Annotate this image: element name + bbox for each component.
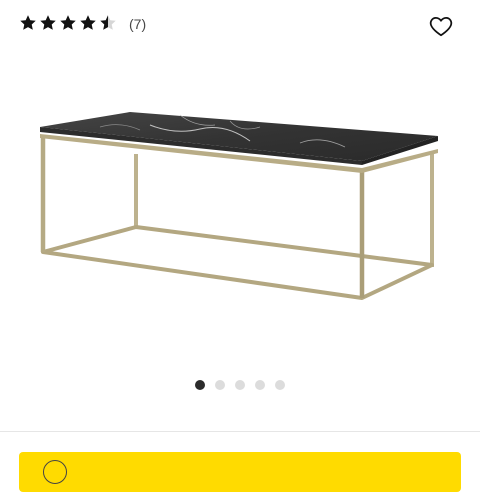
circle-icon bbox=[43, 460, 67, 484]
star-rating[interactable]: (7) bbox=[19, 14, 146, 34]
star-icon bbox=[59, 14, 79, 34]
carousel-dot[interactable] bbox=[275, 380, 285, 390]
review-count[interactable]: (7) bbox=[129, 16, 146, 32]
carousel-dots bbox=[0, 380, 480, 390]
divider bbox=[0, 431, 480, 432]
carousel-dot[interactable] bbox=[215, 380, 225, 390]
add-to-cart-button[interactable] bbox=[19, 452, 461, 492]
carousel-dot[interactable] bbox=[235, 380, 245, 390]
star-icon bbox=[79, 14, 99, 34]
carousel-dot[interactable] bbox=[255, 380, 265, 390]
product-header: (7) bbox=[0, 0, 480, 50]
product-image[interactable] bbox=[0, 55, 480, 370]
star-icon bbox=[99, 14, 119, 34]
carousel-dot[interactable] bbox=[195, 380, 205, 390]
star-icon bbox=[19, 14, 39, 34]
star-icon bbox=[39, 14, 59, 34]
heart-icon[interactable] bbox=[428, 13, 454, 39]
